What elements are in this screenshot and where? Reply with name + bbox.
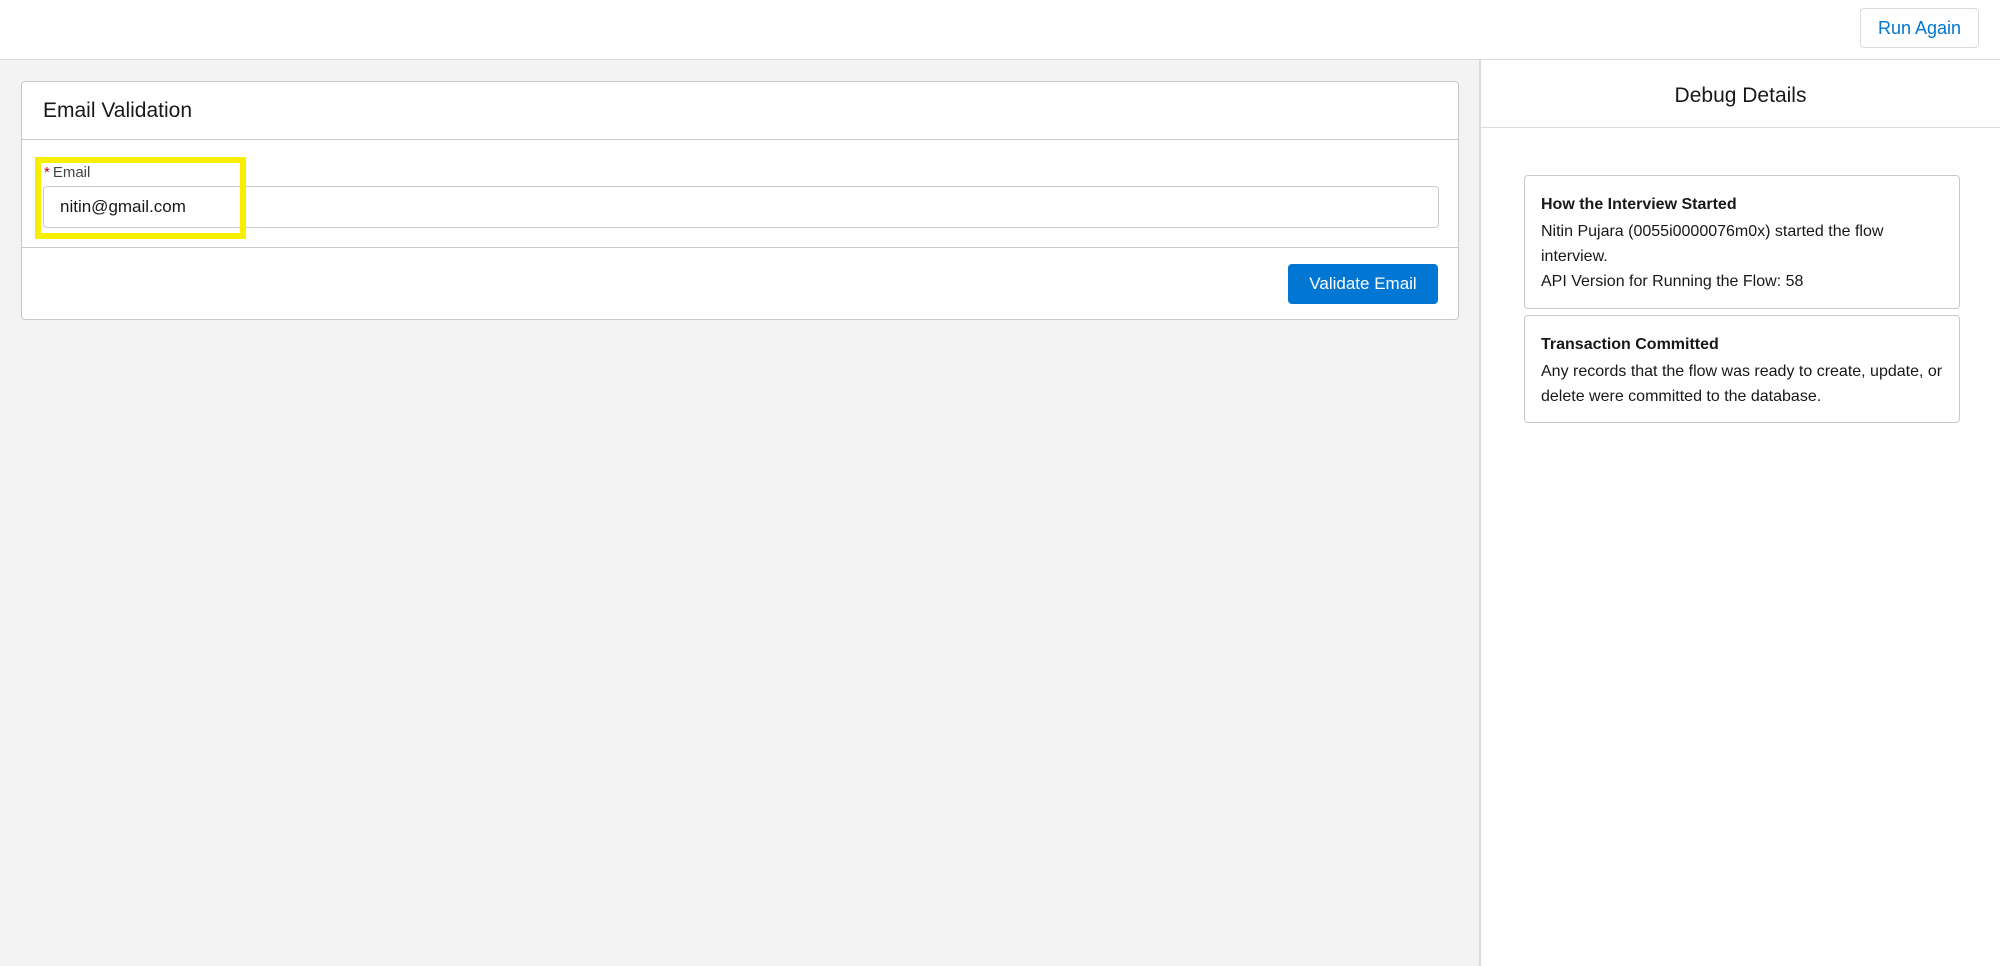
debug-card-interview-started: How the Interview Started Nitin Pujara (… — [1524, 175, 1960, 309]
debug-card-title: Transaction Committed — [1541, 336, 1719, 353]
card-footer: Validate Email — [22, 247, 1458, 321]
run-again-button[interactable]: Run Again — [1860, 8, 1979, 48]
debug-title: Debug Details — [1674, 84, 1807, 107]
debug-line: API Version for Running the Flow: 58 — [1541, 273, 1804, 290]
card-title: Email Validation — [43, 99, 193, 122]
top-bar: Run Again — [0, 0, 2000, 60]
email-field-label: * Email — [44, 164, 90, 181]
email-validation-card: Email Validation *Email Validate Email — [21, 81, 1459, 320]
email-input[interactable] — [43, 186, 1439, 228]
debug-card-transaction-committed: Transaction Committed Any records that t… — [1524, 315, 1960, 423]
debug-card-title: How the Interview Started — [1541, 196, 1737, 213]
debug-header: Debug Details — [1481, 60, 2000, 128]
email-label-text: Email — [52, 164, 91, 181]
debug-panel: Debug Details How the Interview Started … — [1479, 60, 2000, 966]
flow-screen-area: Email Validation *Email Validate Email — [0, 60, 1479, 966]
debug-line: Nitin Pujara (0055i0000076m0x) started t… — [1541, 223, 1884, 265]
debug-line: Any records that the flow was ready to c… — [1541, 363, 1943, 405]
validate-email-button[interactable]: Validate Email — [1288, 264, 1438, 304]
card-header: Email Validation — [22, 82, 1458, 140]
required-marker: * — [44, 164, 50, 181]
